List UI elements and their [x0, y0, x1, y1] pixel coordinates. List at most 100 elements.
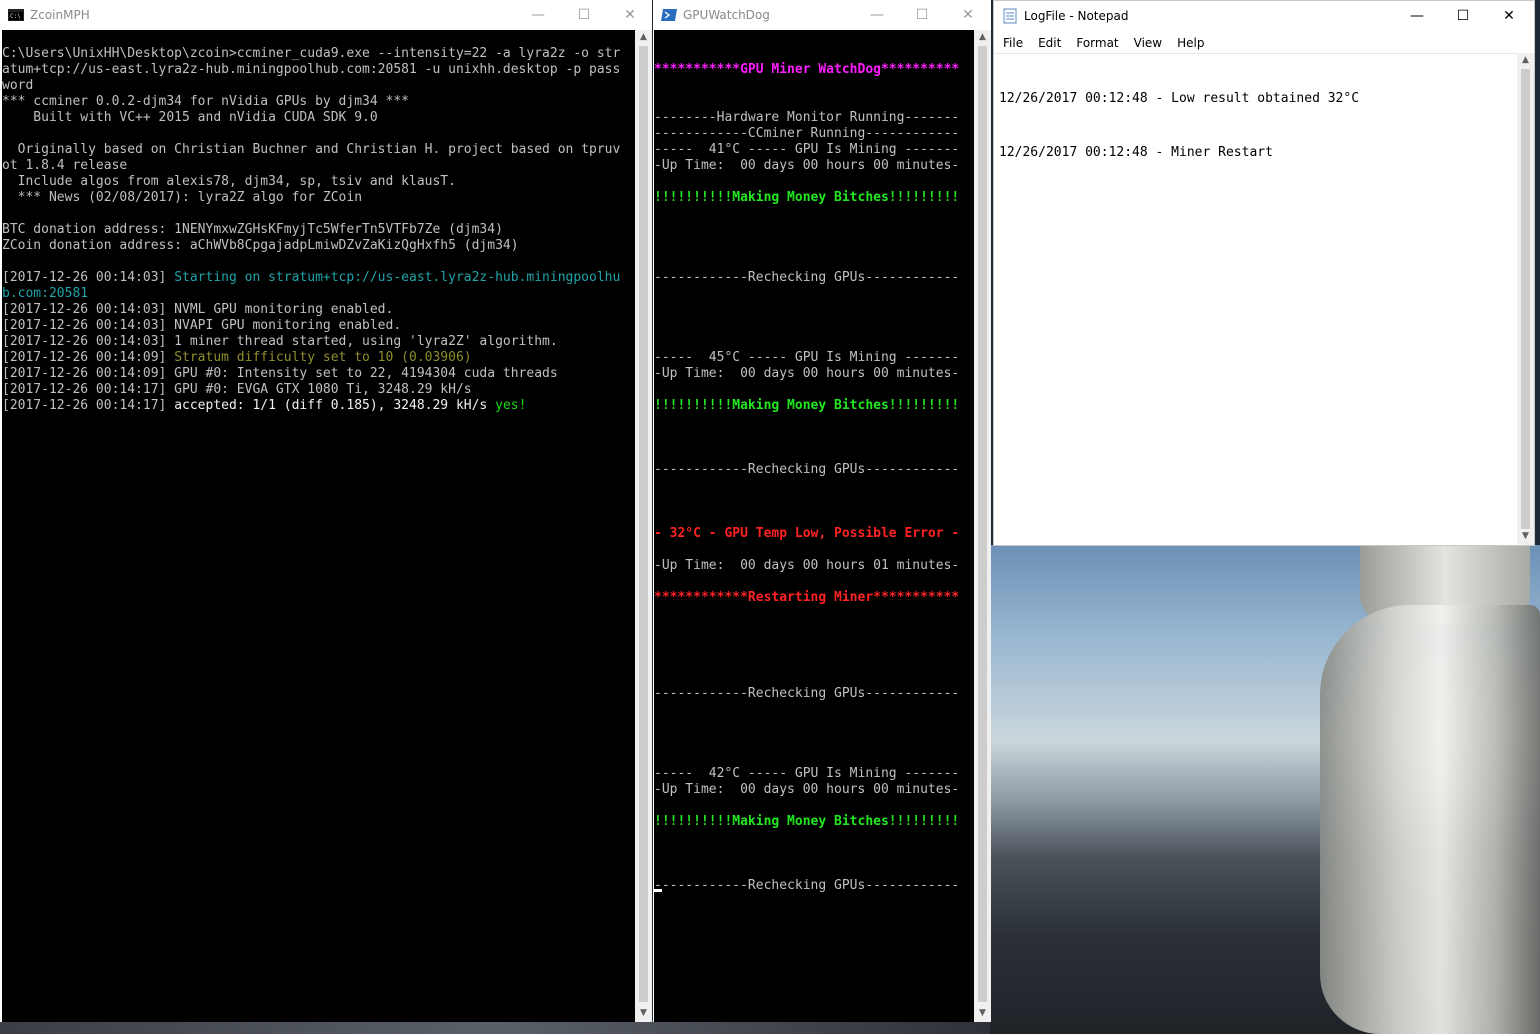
menu-edit[interactable]: Edit — [1038, 36, 1061, 50]
console-text: ZCoin donation address: aChWVb8CpgajadpL… — [2, 238, 519, 253]
watchdog-scrollbar[interactable]: ▲ ▼ — [974, 30, 991, 1022]
close-button[interactable]: ✕ — [1486, 1, 1532, 31]
maximize-button[interactable]: ☐ — [899, 0, 945, 30]
console-line: [2017-12-26 00:14:17] accepted: 1/1 (dif… — [2, 398, 635, 414]
log-line: 12/26/2017 00:12:48 - Low result obtaine… — [999, 91, 1360, 106]
console-line: [2017-12-26 00:14:09] Stratum difficulty… — [2, 350, 635, 366]
log-line: 12/26/2017 00:12:48 - Miner Restart — [999, 145, 1273, 160]
console-text: Built with VC++ 2015 and nVidia CUDA SDK… — [2, 110, 378, 125]
scroll-up-arrow[interactable]: ▲ — [635, 32, 652, 42]
zcoin-console-window[interactable]: C:\ ZcoinMPH — ☐ ✕ C:\Users\UnixHH\Deskt… — [0, 0, 652, 1022]
menu-format[interactable]: Format — [1076, 36, 1118, 50]
console-app-icon: C:\ — [8, 9, 24, 21]
console-line: atum+tcp://us-east.lyra2z-hub.miningpool… — [2, 62, 635, 78]
scroll-down-arrow[interactable]: ▼ — [1517, 531, 1534, 541]
watchdog-line: --------Hardware Monitor Running------- — [654, 110, 960, 125]
console-text: [2017-12-26 00:14:03] — [2, 270, 175, 285]
watchdog-line: -Up Time: 00 days 00 hours 00 minutes- — [654, 782, 960, 797]
console-line: Include algos from alexis78, djm34, sp, … — [2, 174, 635, 190]
console-line: b.com:20581 — [2, 286, 635, 302]
watchdog-line — [654, 734, 974, 750]
menu-file[interactable]: File — [1003, 36, 1023, 50]
watchdog-line: ***********GPU Miner WatchDog********** — [654, 62, 960, 77]
close-button[interactable]: ✕ — [607, 0, 653, 30]
console-text: b.com:20581 — [2, 286, 89, 301]
watchdog-line: ------------Rechecking GPUs------------ — [654, 462, 960, 477]
scroll-up-arrow[interactable]: ▲ — [974, 32, 991, 42]
watchdog-line — [654, 638, 974, 654]
watchdog-line — [654, 862, 974, 878]
console-line: word — [2, 78, 635, 94]
watchdog-line — [654, 606, 974, 622]
notepad-scrollbar[interactable]: ▲ ▼ — [1517, 53, 1534, 545]
console-text: accepted: 1/1 (diff 0.185), 3248.29 kH/s — [174, 398, 496, 413]
watchdog-window[interactable]: GPUWatchDog — ☐ ✕ ***********GPU Miner W… — [653, 0, 991, 1022]
scroll-down-arrow[interactable]: ▼ — [635, 1008, 652, 1018]
close-button[interactable]: ✕ — [945, 0, 991, 30]
watchdog-line: -Up Time: 00 days 00 hours 01 minutes- — [654, 558, 960, 573]
zcoin-console-output[interactable]: C:\Users\UnixHH\Desktop\zcoin>ccminer_cu… — [2, 46, 635, 1022]
console-line: [2017-12-26 00:14:03] Starting on stratu… — [2, 270, 635, 286]
watchdog-line — [654, 382, 974, 398]
console-text: *** News (02/08/2017): lyra2Z algo for Z… — [2, 190, 363, 205]
watchdog-line: ************Restarting Miner*********** — [654, 590, 960, 605]
watchdog-line — [654, 286, 974, 302]
notepad-menubar: File Edit Format View Help — [994, 33, 1534, 53]
scroll-down-arrow[interactable]: ▼ — [974, 1008, 991, 1018]
watchdog-line — [654, 94, 974, 110]
watchdog-console-output[interactable]: ***********GPU Miner WatchDog********** -… — [654, 30, 974, 1022]
maximize-button[interactable]: ☐ — [1440, 1, 1486, 31]
watchdog-line — [654, 494, 974, 510]
console-text: [2017-12-26 00:14:17] GPU #0: EVGA GTX 1… — [2, 382, 472, 397]
console-text: atum+tcp://us-east.lyra2z-hub.miningpool… — [2, 62, 621, 77]
console-line: C:\Users\UnixHH\Desktop\zcoin>ccminer_cu… — [2, 46, 635, 62]
scrollbar-thumb[interactable] — [978, 46, 987, 1002]
watchdog-line — [654, 302, 974, 318]
scroll-up-arrow[interactable]: ▲ — [1517, 55, 1534, 65]
zcoin-scrollbar[interactable]: ▲ ▼ — [635, 30, 652, 1022]
watchdog-line — [654, 622, 974, 638]
menu-help[interactable]: Help — [1177, 36, 1204, 50]
watchdog-line — [654, 222, 974, 238]
console-text: *** ccminer 0.0.2-djm34 for nVidia GPUs … — [2, 94, 409, 109]
watchdog-window-title: GPUWatchDog — [683, 8, 770, 22]
console-text: [2017-12-26 00:14:09] — [2, 350, 175, 365]
minimize-button[interactable]: — — [854, 0, 900, 30]
console-text: [2017-12-26 00:14:03] 1 miner thread sta… — [2, 334, 558, 349]
console-text: [2017-12-26 00:14:03] NVML GPU monitorin… — [2, 302, 394, 317]
watchdog-line: !!!!!!!!!!Making Money Bitches!!!!!!!!! — [654, 814, 960, 829]
text-cursor — [654, 889, 662, 892]
notepad-text-area[interactable]: 12/26/2017 00:12:48 - Low result obtaine… — [994, 53, 1517, 545]
watchdog-line — [654, 446, 974, 462]
watchdog-line: ----- 45°C ----- GPU Is Mining ------- — [654, 350, 960, 365]
watchdog-line: ------------Rechecking GPUs------------ — [654, 270, 960, 285]
scrollbar-thumb[interactable] — [1521, 69, 1530, 529]
notepad-window[interactable]: LogFile - Notepad — ☐ ✕ File Edit Format… — [993, 0, 1535, 546]
menu-view[interactable]: View — [1134, 36, 1162, 50]
notepad-window-title: LogFile - Notepad — [1024, 9, 1129, 23]
watchdog-line — [654, 414, 974, 430]
watchdog-line — [654, 750, 974, 766]
console-line: BTC donation address: 1NENYmxwZGHsKFmyjT… — [2, 222, 635, 238]
minimize-button[interactable]: — — [1394, 1, 1440, 31]
maximize-button[interactable]: ☐ — [561, 0, 607, 30]
powershell-app-icon — [661, 9, 677, 21]
watchdog-line — [654, 78, 974, 94]
console-text: word — [2, 78, 34, 93]
console-line: [2017-12-26 00:14:03] 1 miner thread sta… — [2, 334, 635, 350]
watchdog-line — [654, 798, 974, 814]
watchdog-line — [654, 830, 974, 846]
console-text: Starting on stratum+tcp://us-east.lyra2z… — [174, 270, 621, 285]
watchdog-line: ----- 41°C ----- GPU Is Mining ------- — [654, 142, 960, 157]
console-line: [2017-12-26 00:14:09] GPU #0: Intensity … — [2, 366, 635, 382]
scrollbar-thumb[interactable] — [639, 46, 648, 1002]
watchdog-line: ----- 42°C ----- GPU Is Mining ------- — [654, 766, 960, 781]
console-line: [2017-12-26 00:14:17] GPU #0: EVGA GTX 1… — [2, 382, 635, 398]
console-line: Built with VC++ 2015 and nVidia CUDA SDK… — [2, 110, 635, 126]
watchdog-line — [654, 702, 974, 718]
minimize-button[interactable]: — — [515, 0, 561, 30]
watchdog-line — [654, 206, 974, 222]
watchdog-line: ------------CCminer Running------------ — [654, 126, 960, 141]
